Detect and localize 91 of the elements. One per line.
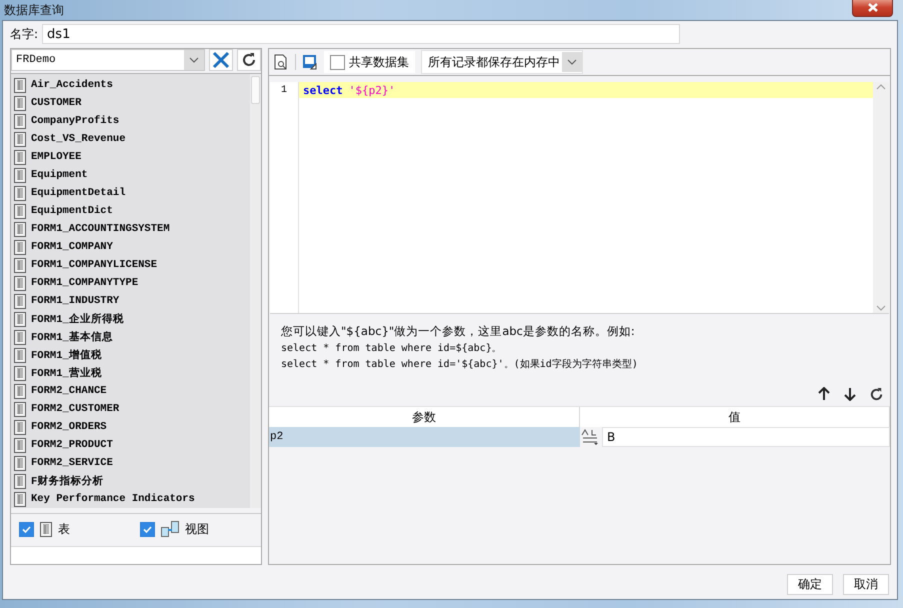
table-item[interactable]: CompanyProfits — [11, 112, 250, 130]
hint-text: select * from table where id='${abc}'。(如果id字段为字符串类型) — [281, 358, 639, 371]
move-down-button[interactable] — [842, 386, 858, 402]
checkbox[interactable] — [140, 522, 155, 536]
table-item[interactable]: F财务指标分析 — [11, 472, 250, 490]
checkbox[interactable] — [19, 522, 34, 536]
table-item[interactable]: Equipment — [11, 166, 250, 184]
table-icon — [14, 258, 26, 272]
preview-button[interactable] — [273, 54, 289, 70]
hint-text: select * from table where id=${abc}。 — [281, 342, 503, 355]
table-icon — [14, 240, 26, 254]
arrow-up-icon — [818, 387, 830, 401]
storage-dropdown[interactable]: 所有记录都保存在内存中 — [421, 50, 583, 74]
view-icon — [161, 521, 179, 537]
name-label: 名字: — [10, 26, 38, 42]
table-icon — [14, 348, 26, 362]
table-item[interactable]: FORM2_ORDERS — [11, 418, 250, 436]
share-checkbox[interactable] — [330, 54, 345, 70]
table-icon — [14, 276, 26, 290]
tools-icon — [212, 51, 230, 69]
table-icon — [14, 438, 26, 452]
table-icon — [14, 492, 26, 506]
table-item[interactable]: EMPLOYEE — [11, 148, 250, 166]
refresh-icon — [868, 386, 884, 402]
table-icon — [14, 132, 26, 146]
table-icon — [14, 384, 26, 398]
filter-label: 视图 — [185, 520, 209, 538]
filter-field[interactable] — [11, 546, 261, 564]
hint-text: 您可以键入"${abc}"做为一个参数，这里abc是参数的名称。例如: — [281, 324, 636, 339]
table-item[interactable]: FORM1_COMPANYTYPE — [11, 274, 250, 292]
table-item[interactable]: FORM2_PRODUCT — [11, 436, 250, 454]
table-item[interactable]: EquipmentDict — [11, 202, 250, 220]
table-item[interactable]: CUSTOMER — [11, 94, 250, 112]
table-icon — [14, 420, 26, 434]
tools-button[interactable] — [209, 49, 233, 71]
table-icon — [14, 150, 26, 164]
table-icon — [14, 456, 26, 470]
table-item[interactable]: FORM1_增值税 — [11, 346, 250, 364]
close-button[interactable] — [852, 0, 893, 16]
window-title: 数据库查询 — [4, 2, 64, 18]
table-icon — [14, 186, 26, 200]
checkmark-icon — [142, 524, 153, 534]
table-cell[interactable]: p2 — [269, 427, 580, 447]
arrow-down-icon — [844, 387, 856, 401]
save-icon — [302, 54, 318, 70]
table-item[interactable]: FORM1_INDUSTRY — [11, 292, 250, 310]
value-field[interactable]: B — [602, 427, 890, 447]
table-icon — [14, 474, 26, 488]
table-item[interactable]: Air_Accidents — [11, 76, 250, 94]
table-icon — [14, 114, 26, 128]
table-item[interactable]: FORM1_COMPANY — [11, 238, 250, 256]
table-item[interactable]: FORM2_SERVICE — [11, 454, 250, 472]
refresh-icon — [241, 52, 257, 68]
line-number: 1 — [280, 84, 288, 98]
table-icon — [14, 312, 26, 326]
filter-label: 表 — [58, 520, 70, 538]
table-icon — [14, 96, 26, 110]
table-item[interactable]: FORM1_营业税 — [11, 364, 250, 382]
table-icon — [14, 402, 26, 416]
table-item[interactable]: FORM2_CHANCE — [11, 382, 250, 400]
table-item[interactable]: FORM1_ACCOUNTINGSYSTEM — [11, 220, 250, 238]
save-button[interactable] — [302, 54, 318, 70]
table-item[interactable]: FORM1_基本信息 — [11, 328, 250, 346]
connection-dropdown[interactable]: FRDemo — [11, 49, 205, 71]
caret-icon — [189, 57, 199, 63]
table-icon — [14, 78, 26, 92]
table-item[interactable]: EquipmentDetail — [11, 184, 250, 202]
table-icon — [14, 168, 26, 182]
ok-button[interactable]: 确定 — [787, 574, 833, 594]
table-icon — [14, 222, 26, 236]
table-item[interactable]: FORM1_企业所得税 — [11, 310, 250, 328]
share-label: 共享数据集 — [349, 54, 409, 70]
table-item[interactable]: FORM2_CUSTOMER — [11, 400, 250, 418]
refresh-button[interactable] — [237, 49, 261, 71]
table-icon — [14, 204, 26, 218]
table-item[interactable]: FORM1_COMPANYLICENSE — [11, 256, 250, 274]
type-icon[interactable] — [580, 428, 600, 446]
preview-icon — [274, 54, 288, 70]
table-icon — [14, 366, 26, 380]
table-icon — [40, 522, 52, 536]
name-field[interactable]: ds1 — [42, 24, 680, 44]
cancel-button[interactable]: 取消 — [843, 574, 889, 594]
close-icon — [866, 2, 880, 12]
caret-icon — [567, 59, 577, 65]
refresh-button[interactable] — [868, 386, 884, 402]
table-item[interactable]: Cost_VS_Revenue — [11, 130, 250, 148]
table-icon — [14, 294, 26, 308]
checkmark-icon — [21, 524, 32, 534]
table-item[interactable]: Key Performance Indicators — [11, 490, 250, 508]
move-up-button[interactable] — [816, 386, 832, 402]
table-icon — [14, 330, 26, 344]
